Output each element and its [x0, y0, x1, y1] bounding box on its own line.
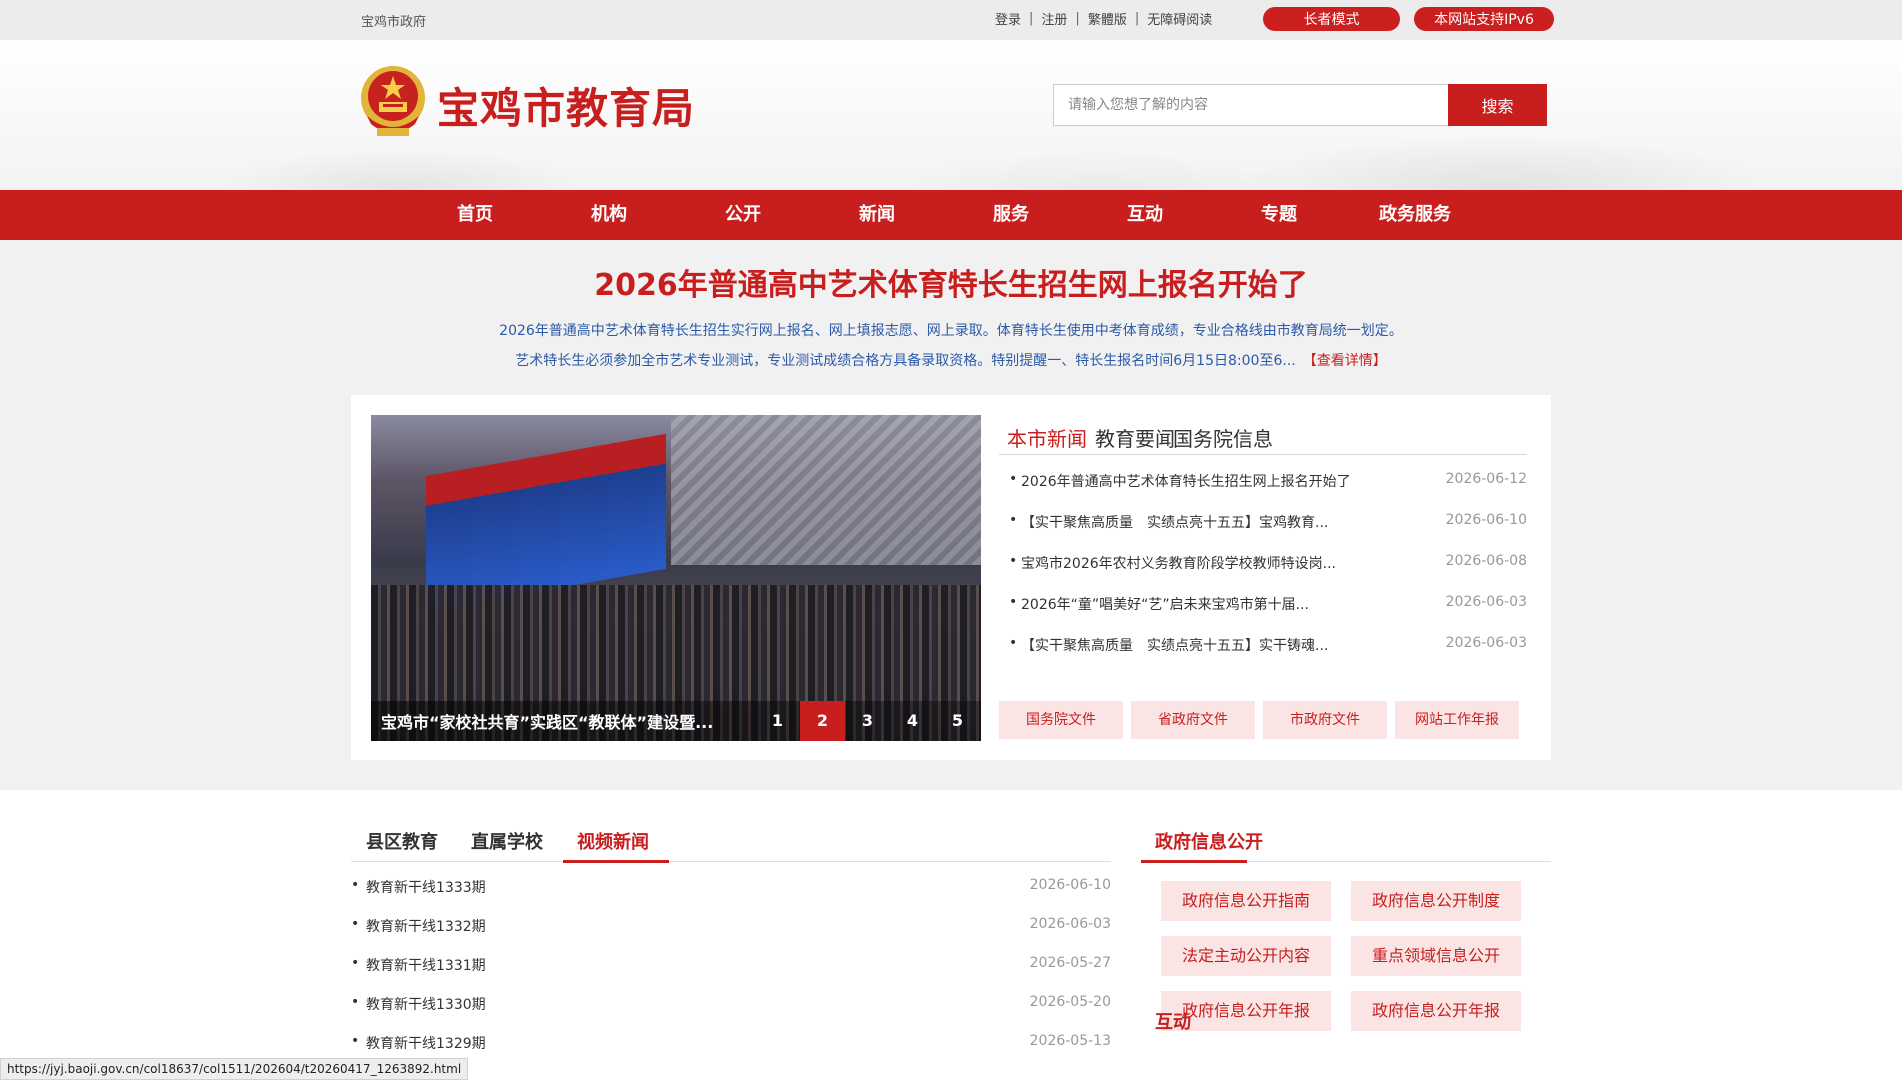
gov-info-annual-report-button-2[interactable]: 政府信息公开年报 — [1351, 991, 1521, 1031]
nav-organization[interactable]: 机构 — [591, 190, 627, 240]
news-item[interactable]: • 宝鸡市2026年农村义务教育阶段学校教师特设岗... 2026-06-08 — [1009, 547, 1527, 588]
photo-slider[interactable]: 宝鸡市“家校社共育”实践区“教联体”建设暨... 1 2 3 4 5 — [371, 415, 981, 741]
nav-interaction[interactable]: 互动 — [1127, 190, 1163, 240]
slider-page-5[interactable]: 5 — [935, 701, 980, 741]
site-header: 宝鸡市教育局 搜索 — [0, 40, 1902, 190]
headline-summary-line1: 2026年普通高中艺术体育特长生招生实行网上报名、网上填报志愿、网上录取。体育特… — [499, 323, 1403, 339]
document-buttons: 国务院文件 省政府文件 市政府文件 网站工作年报 — [999, 701, 1527, 739]
top-bar: 宝鸡市政府 登录 | 注册 | 繁體版 | 无障碍阅读 长者模式 本网站支持IP… — [0, 0, 1902, 40]
interaction-title[interactable]: 互动 — [1155, 1008, 1191, 1034]
slide-photo-ceiling — [671, 415, 981, 565]
news-item[interactable]: • 2026年普通高中艺术体育特长生招生网上报名开始了 2026-06-12 — [1009, 465, 1527, 506]
news-item[interactable]: • 【实干聚焦高质量 实绩点亮十五五】实干铸魂... 2026-06-03 — [1009, 629, 1527, 670]
slide-caption[interactable]: 宝鸡市“家校社共育”实践区“教联体”建设暨... — [381, 709, 713, 733]
tab-local-news[interactable]: 本市新闻 — [1007, 423, 1087, 452]
site-title: 宝鸡市教育局 — [437, 84, 696, 133]
tab-education-news[interactable]: 教育要闻 — [1095, 423, 1175, 452]
browser-status-url: https://jyj.baoji.gov.cn/col18637/col151… — [0, 1058, 469, 1080]
headline-title[interactable]: 2026年普通高中艺术体育特长生招生网上报名开始了 — [351, 260, 1551, 304]
elder-mode-button[interactable]: 长者模式 — [1263, 7, 1400, 31]
slider-page-2[interactable]: 2 — [800, 701, 845, 741]
tab-direct-schools[interactable]: 直属学校 — [471, 828, 543, 854]
register-link[interactable]: 注册 — [1041, 9, 1067, 28]
video-news-list: • 教育新干线1333期 2026-06-10 • 教育新干线1332期 2026-06… — [351, 877, 1111, 1072]
slider-pagination: 1 2 3 4 5 — [755, 701, 980, 741]
login-link[interactable]: 登录 — [995, 9, 1021, 28]
gov-info-system-button[interactable]: 政府信息公开制度 — [1351, 881, 1521, 921]
tab-state-council-info[interactable]: 国务院信息 — [1173, 423, 1273, 452]
nav-topics[interactable]: 专题 — [1261, 190, 1297, 240]
headline-summary-line2: 艺术特长生必须参加全市艺术专业测试，专业测试成绩合格方具备录取资格。特别提醒一、… — [515, 353, 1387, 369]
gov-info-guide-button[interactable]: 政府信息公开指南 — [1161, 881, 1331, 921]
news-panel: 宝鸡市“家校社共育”实践区“教联体”建设暨... 1 2 3 4 5 本市新闻 … — [351, 395, 1551, 760]
traditional-chinese-link[interactable]: 繁體版 — [1088, 9, 1127, 28]
provincial-docs-button[interactable]: 省政府文件 — [1131, 701, 1255, 739]
news-item[interactable]: • 【实干聚焦高质量 实绩点亮十五五】宝鸡教育... 2026-06-10 — [1009, 506, 1527, 547]
slider-page-4[interactable]: 4 — [890, 701, 935, 741]
slider-page-3[interactable]: 3 — [845, 701, 890, 741]
main-nav: 首页 机构 公开 新闻 服务 互动 专题 政务服务 — [0, 190, 1902, 240]
top-links: 登录 | 注册 | 繁體版 | 无障碍阅读 — [995, 9, 1213, 28]
list-item[interactable]: • 教育新干线1332期 2026-06-03 — [351, 916, 1111, 955]
nav-service[interactable]: 服务 — [993, 190, 1029, 240]
lower-section: 县区教育 直属学校 视频新闻 • 教育新干线1333期 2026-06-10 • 教育… — [351, 790, 1551, 1052]
nav-disclosure[interactable]: 公开 — [725, 190, 761, 240]
tab-video-news[interactable]: 视频新闻 — [577, 828, 649, 854]
statutory-disclosure-button[interactable]: 法定主动公开内容 — [1161, 936, 1331, 976]
annual-report-button[interactable]: 网站工作年报 — [1395, 701, 1519, 739]
accessibility-link[interactable]: 无障碍阅读 — [1147, 9, 1212, 28]
news-list: • 2026年普通高中艺术体育特长生招生网上报名开始了 2026-06-12 • 【实… — [1009, 465, 1527, 670]
view-details-link[interactable]: 【查看详情】 — [1310, 353, 1387, 369]
nav-home[interactable]: 首页 — [457, 190, 493, 240]
news-item[interactable]: • 2026年“童”唱美好“艺”启未来宝鸡市第十届... 2026-06-03 — [1009, 588, 1527, 629]
gov-home-link[interactable]: 宝鸡市政府 — [361, 11, 426, 30]
search-button[interactable]: 搜索 — [1448, 84, 1547, 126]
nav-news[interactable]: 新闻 — [859, 190, 895, 240]
news-tabs: 本市新闻 教育要闻 国务院信息 — [999, 415, 1527, 455]
gov-info-header: 政府信息公开 — [1141, 820, 1551, 863]
nav-gov-service[interactable]: 政务服务 — [1379, 190, 1451, 240]
list-item[interactable]: • 教育新干线1333期 2026-06-10 — [351, 877, 1111, 916]
list-item[interactable]: • 教育新干线1330期 2026-05-20 — [351, 994, 1111, 1033]
main-area: 2026年普通高中艺术体育特长生招生网上报名开始了 2026年普通高中艺术体育特… — [0, 240, 1902, 790]
lower-tabs: 县区教育 直属学校 视频新闻 — [351, 820, 1111, 863]
search-input[interactable] — [1053, 84, 1449, 126]
list-item[interactable]: • 教育新干线1331期 2026-05-27 — [351, 955, 1111, 994]
state-council-docs-button[interactable]: 国务院文件 — [999, 701, 1123, 739]
tab-county-education[interactable]: 县区教育 — [366, 828, 438, 854]
key-area-disclosure-button[interactable]: 重点领域信息公开 — [1351, 936, 1521, 976]
municipal-docs-button[interactable]: 市政府文件 — [1263, 701, 1387, 739]
slider-page-1[interactable]: 1 — [755, 701, 800, 741]
gov-info-title[interactable]: 政府信息公开 — [1155, 828, 1263, 854]
national-emblem-icon — [361, 66, 425, 136]
ipv6-badge[interactable]: 本网站支持IPv6 — [1414, 7, 1554, 31]
